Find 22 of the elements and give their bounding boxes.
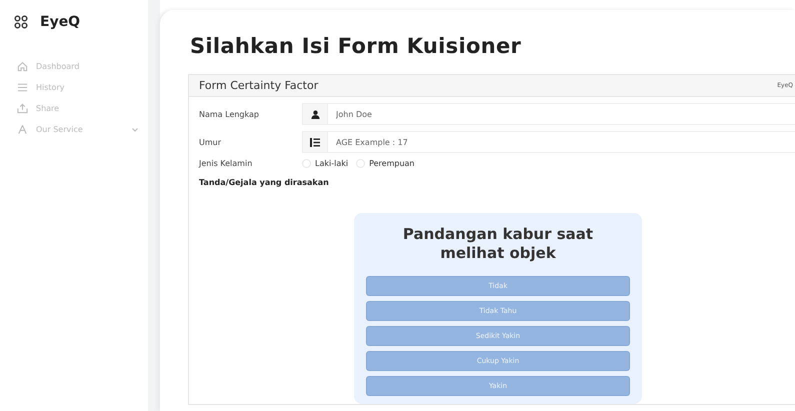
sidebar-item[interactable]: History xyxy=(14,82,148,93)
list-icon xyxy=(310,138,320,146)
question-text: Pandangan kabur saat melihat objek xyxy=(402,225,594,262)
share-icon xyxy=(17,103,28,114)
user-icon xyxy=(310,110,320,118)
home-icon xyxy=(17,61,28,72)
grid-icon xyxy=(14,15,28,29)
input-field[interactable]: AGE Example : 17 xyxy=(302,131,795,153)
page-title: Silahkan Isi Form Kuisioner xyxy=(190,34,522,58)
field-label: Jenis Kelamin xyxy=(199,159,254,168)
radio-label: Laki-laki xyxy=(315,159,348,168)
field-label: Umur xyxy=(199,138,222,146)
field-label: Nama Lengkap xyxy=(199,110,260,118)
brand-name: EyeQ xyxy=(40,14,80,30)
radio-label: Perempuan xyxy=(369,159,415,168)
sidebar-item[interactable]: Dashboard xyxy=(14,61,148,72)
menu-icon xyxy=(17,82,28,93)
form-title: Form Certainty Factor xyxy=(199,79,318,92)
sidebar-item[interactable]: Our Service xyxy=(14,124,148,135)
sidebar-item[interactable]: Share xyxy=(14,103,148,114)
person-icon xyxy=(17,124,28,135)
section-heading: Tanda/Gejala yang dirasakan xyxy=(199,178,330,187)
